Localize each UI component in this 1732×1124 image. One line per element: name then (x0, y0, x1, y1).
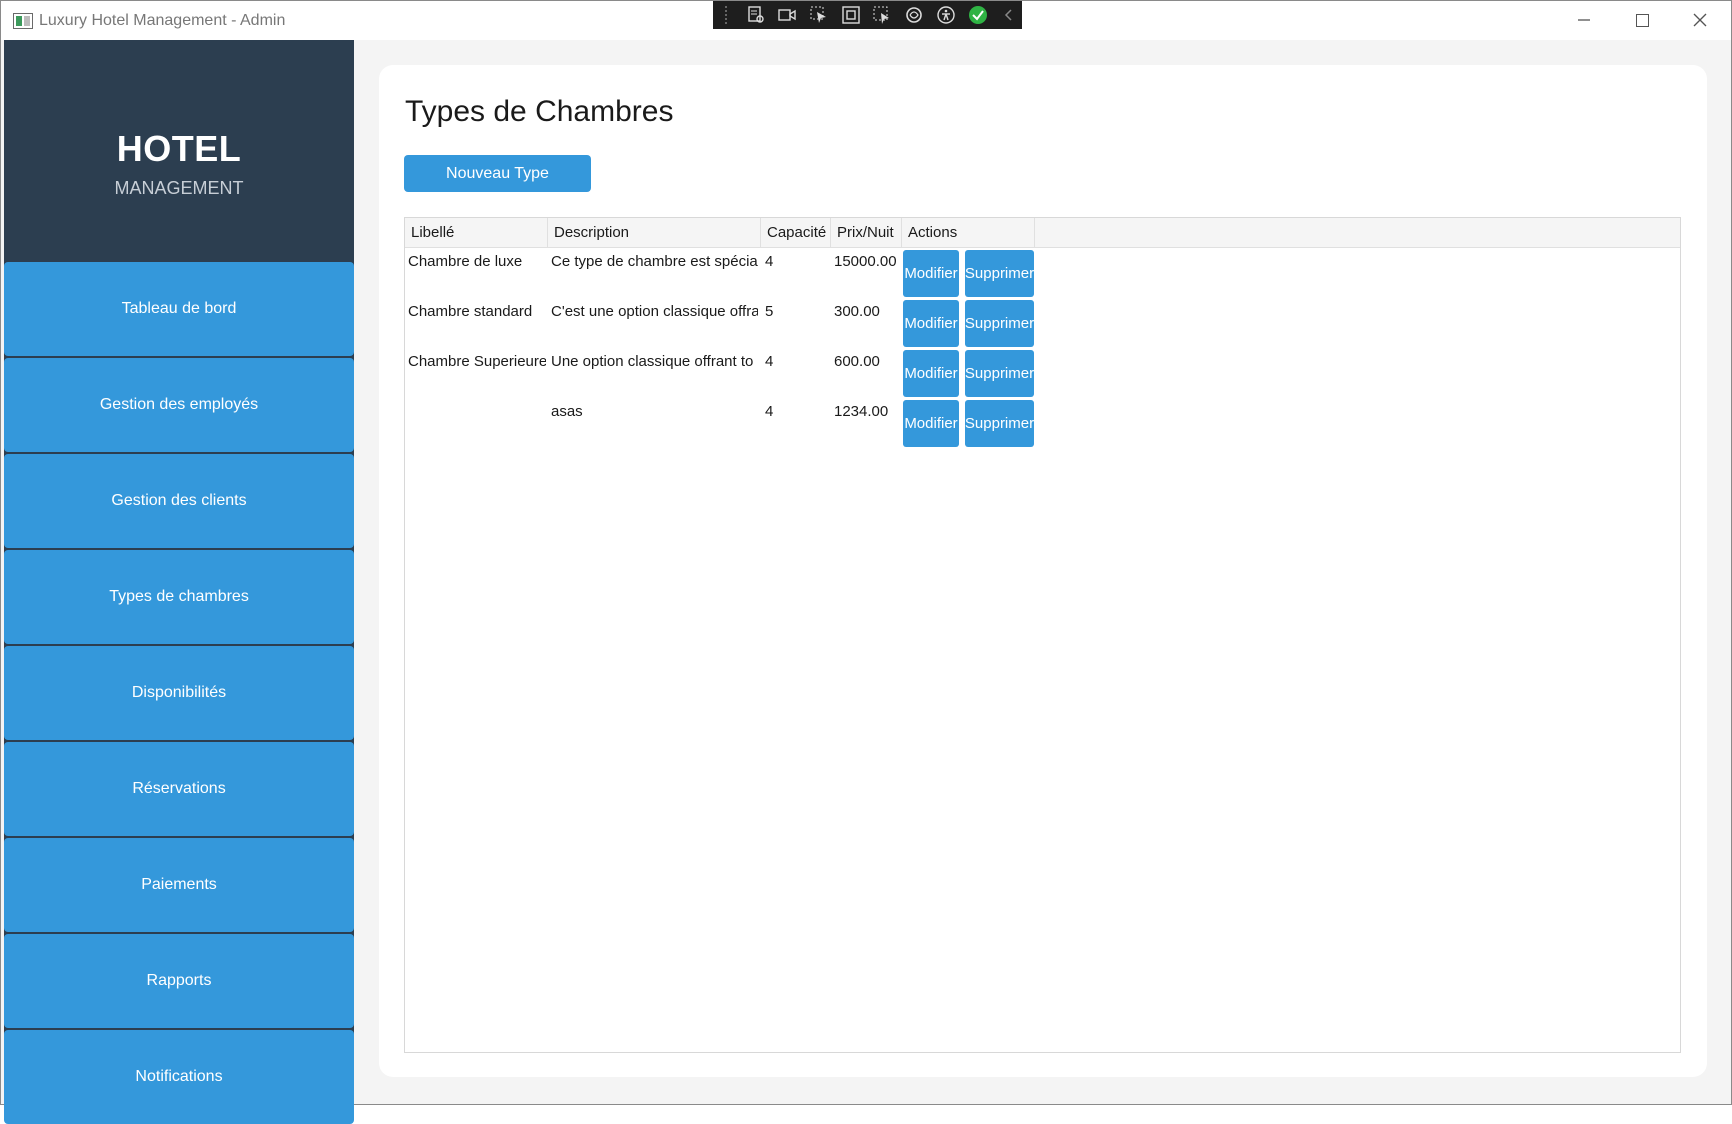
select-element-icon[interactable] (806, 4, 832, 26)
collapse-icon[interactable] (996, 4, 1022, 26)
minimize-button[interactable] (1561, 5, 1607, 35)
cell-capacite: 4 (765, 253, 774, 270)
room-types-table: Libellé Description Capacité Prix/Nuit A… (404, 217, 1681, 1053)
cell-description: Une option classique offrant to (551, 353, 754, 370)
table-row[interactable]: Chambre Superieure Une option classique … (405, 348, 1680, 398)
cell-libelle: Chambre standard (408, 303, 533, 320)
sidebar-item-disponibilites[interactable]: Disponibilités (4, 646, 354, 740)
minimize-icon (1578, 19, 1590, 21)
track-focus-icon[interactable] (870, 4, 896, 26)
brand-title: HOTEL (116, 128, 242, 169)
delete-button[interactable]: Supprimer (965, 400, 1034, 447)
main-panel: Types de Chambres Nouveau Type Libellé D… (379, 65, 1707, 1077)
table-header: Libellé Description Capacité Prix/Nuit A… (405, 218, 1680, 248)
delete-button[interactable]: Supprimer (965, 350, 1034, 397)
sidebar-item-paiements[interactable]: Paiements (4, 838, 354, 932)
cell-libelle: Chambre de luxe (408, 253, 523, 270)
record-icon[interactable] (775, 4, 801, 26)
table-row[interactable]: asas 4 1234.00 Modifier Supprimer (405, 398, 1680, 448)
page-title: Types de Chambres (405, 95, 674, 128)
live-tree-icon[interactable] (743, 4, 769, 26)
modify-button[interactable]: Modifier (903, 350, 959, 397)
display-layout-icon[interactable] (838, 4, 864, 26)
cell-prix: 600.00 (834, 353, 880, 370)
close-icon (1693, 13, 1707, 27)
table-row[interactable]: Chambre standard C'est une option classi… (405, 298, 1680, 348)
toolbar-grip[interactable] (725, 6, 729, 24)
debug-toolbar (713, 1, 1022, 29)
cell-prix: 300.00 (834, 303, 880, 320)
window-title: Luxury Hotel Management - Admin (39, 12, 286, 29)
close-button[interactable] (1677, 5, 1723, 35)
delete-button[interactable]: Supprimer (965, 250, 1034, 297)
hot-reload-icon[interactable] (901, 4, 927, 26)
sidebar-item-employes[interactable]: Gestion des employés (4, 358, 354, 452)
cell-description: Ce type de chambre est spécial (551, 253, 758, 270)
cell-prix: 15000.00 (834, 253, 897, 270)
sidebar-item-reservations[interactable]: Réservations (4, 742, 354, 836)
sidebar-item-notifications[interactable]: Notifications (4, 1030, 354, 1124)
column-header-description[interactable]: Description (548, 218, 761, 248)
new-type-button[interactable]: Nouveau Type (404, 155, 591, 192)
sidebar-item-types-chambres[interactable]: Types de chambres (4, 550, 354, 644)
cell-libelle (408, 398, 546, 403)
accessibility-icon[interactable] (933, 4, 959, 26)
sidebar: HOTEL MANAGEMENT Tableau de bord Gestion… (4, 40, 354, 1124)
brand-subtitle: MANAGEMENT (114, 178, 244, 198)
cell-capacite: 4 (765, 403, 774, 420)
app-window: Luxury Hotel Management - Admin HOTEL MA… (0, 0, 1732, 1124)
sidebar-item-clients[interactable]: Gestion des clients (4, 454, 354, 548)
app-icon (13, 13, 33, 29)
modify-button[interactable]: Modifier (903, 300, 959, 347)
checkmark-icon[interactable] (965, 4, 991, 26)
column-header-libelle[interactable]: Libellé (405, 218, 548, 248)
cell-capacite: 4 (765, 353, 774, 370)
table-row[interactable]: Chambre de luxe Ce type de chambre est s… (405, 248, 1680, 298)
sidebar-item-tableau-de-bord[interactable]: Tableau de bord (4, 262, 354, 356)
delete-button[interactable]: Supprimer (965, 300, 1034, 347)
cell-description: C'est une option classique offra (551, 303, 758, 320)
modify-button[interactable]: Modifier (903, 400, 959, 447)
cell-capacite: 5 (765, 303, 774, 320)
cell-description: asas (551, 403, 583, 420)
cell-prix: 1234.00 (834, 403, 889, 420)
cell-libelle: Chambre Superieure (408, 353, 546, 370)
column-header-actions[interactable]: Actions (902, 218, 1035, 248)
sidebar-item-rapports[interactable]: Rapports (4, 934, 354, 1028)
column-header-capacite[interactable]: Capacité (761, 218, 831, 248)
brand-header: HOTEL MANAGEMENT (4, 40, 354, 262)
column-header-prix[interactable]: Prix/Nuit (831, 218, 902, 248)
modify-button[interactable]: Modifier (903, 250, 959, 297)
maximize-button[interactable] (1619, 5, 1665, 35)
maximize-icon (1635, 13, 1649, 27)
